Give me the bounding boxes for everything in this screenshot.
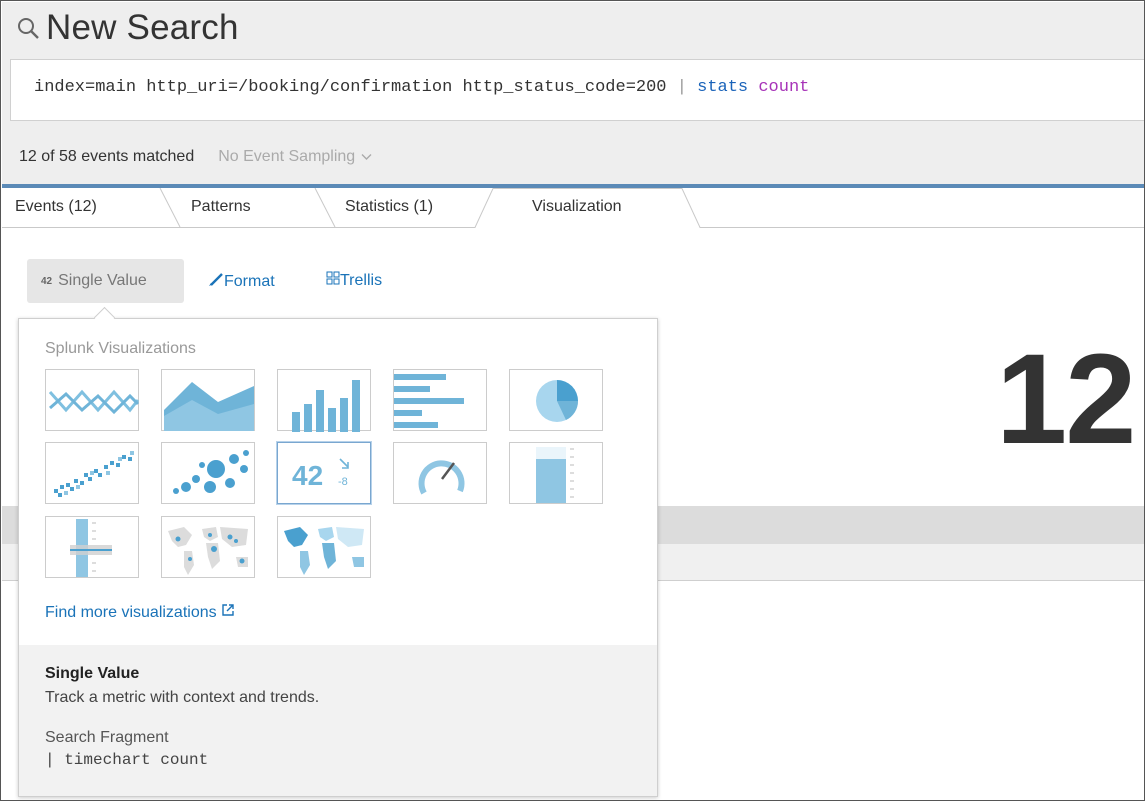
find-more-visualizations-link[interactable]: Find more visualizations <box>45 603 235 622</box>
detail-description: Track a metric with context and trends. <box>45 689 320 706</box>
column-chart-tile[interactable] <box>277 369 371 432</box>
bar-chart-icon <box>394 374 464 428</box>
pencil-icon <box>208 271 224 292</box>
trellis-button[interactable]: Trellis <box>326 271 382 290</box>
bubble-chart-tile[interactable] <box>161 442 255 504</box>
picker-section-title: Splunk Visualizations <box>45 340 196 357</box>
tab-visualization[interactable]: Visualization <box>532 198 622 216</box>
scatter-chart-tile[interactable] <box>45 442 139 504</box>
cluster-map-icon <box>168 527 248 575</box>
search-header: New Search index=main http_uri=/booking/… <box>2 2 1144 185</box>
scatter-chart-icon <box>54 451 134 497</box>
visualization-picker: Splunk Visualizations 42 -8 Find more vi… <box>18 318 658 797</box>
search-fragment-code: | timechart count <box>45 751 209 769</box>
page-title: New Search <box>46 8 239 47</box>
marker-gauge-icon <box>70 519 112 577</box>
area-chart-tile[interactable] <box>161 369 255 431</box>
search-query-input[interactable]: index=main http_uri=/booking/confirmatio… <box>10 59 1144 121</box>
trellis-grid-icon <box>326 271 340 290</box>
detail-title: Single Value <box>45 665 140 682</box>
tab-patterns[interactable]: Patterns <box>191 198 251 216</box>
chevron-down-icon <box>361 148 372 166</box>
area-chart-icon <box>164 382 254 431</box>
single-value-tile[interactable]: 42 -8 <box>277 442 371 504</box>
search-icon <box>16 16 40 40</box>
splunk-search-page: New Search index=main http_uri=/booking/… <box>0 0 1145 801</box>
single-value-icon: 42 -8 <box>292 458 349 491</box>
single-value-small-icon: 42 <box>41 275 53 287</box>
events-matched-text: 12 of 58 events matched <box>19 148 195 165</box>
title-row: New Search <box>16 6 239 50</box>
choropleth-map-tile[interactable] <box>277 516 371 578</box>
bar-chart-tile[interactable] <box>393 369 487 431</box>
query-function: count <box>758 78 810 97</box>
external-link-icon <box>217 603 235 622</box>
visualization-detail: Single Value Track a metric with context… <box>19 645 657 796</box>
radial-gauge-tile[interactable] <box>393 442 487 504</box>
trellis-label: Trellis <box>340 271 383 289</box>
event-sampling-dropdown[interactable]: No Event Sampling <box>218 148 372 166</box>
filler-gauge-icon <box>536 447 574 503</box>
choropleth-map-icon <box>284 527 364 575</box>
filler-gauge-tile[interactable] <box>509 442 603 504</box>
bubble-chart-icon <box>173 450 249 494</box>
query-pipe: | <box>676 78 687 97</box>
svg-text:42: 42 <box>292 460 323 491</box>
column-chart-icon <box>292 380 360 432</box>
tab-statistics[interactable]: Statistics (1) <box>345 198 433 216</box>
line-chart-icon <box>48 389 140 415</box>
status-row: 12 of 58 events matched No Event Samplin… <box>19 148 372 166</box>
tab-events[interactable]: Events (12) <box>15 198 97 216</box>
format-label: Format <box>224 272 275 290</box>
line-chart-tile[interactable] <box>45 369 140 431</box>
visualization-type-button[interactable]: 42 Single Value <box>27 259 184 303</box>
single-value-result: 12 <box>996 328 1136 471</box>
cluster-map-tile[interactable] <box>161 516 255 578</box>
event-sampling-label: No Event Sampling <box>218 148 356 165</box>
pie-chart-tile[interactable] <box>509 369 603 431</box>
marker-gauge-tile[interactable] <box>45 516 139 578</box>
pie-chart-icon <box>536 380 578 422</box>
search-fragment-label: Search Fragment <box>45 729 169 746</box>
format-button[interactable]: Format <box>208 271 275 292</box>
query-command: stats <box>697 78 749 97</box>
svg-text:-8: -8 <box>338 476 348 488</box>
radial-gauge-icon <box>418 460 465 495</box>
result-tabs: Events (12) Patterns Statistics (1) Visu… <box>2 188 1144 228</box>
query-base: index=main http_uri=/booking/confirmatio… <box>34 78 677 97</box>
find-more-label: Find more visualizations <box>45 603 217 621</box>
visualization-type-label: Single Value <box>58 272 147 289</box>
